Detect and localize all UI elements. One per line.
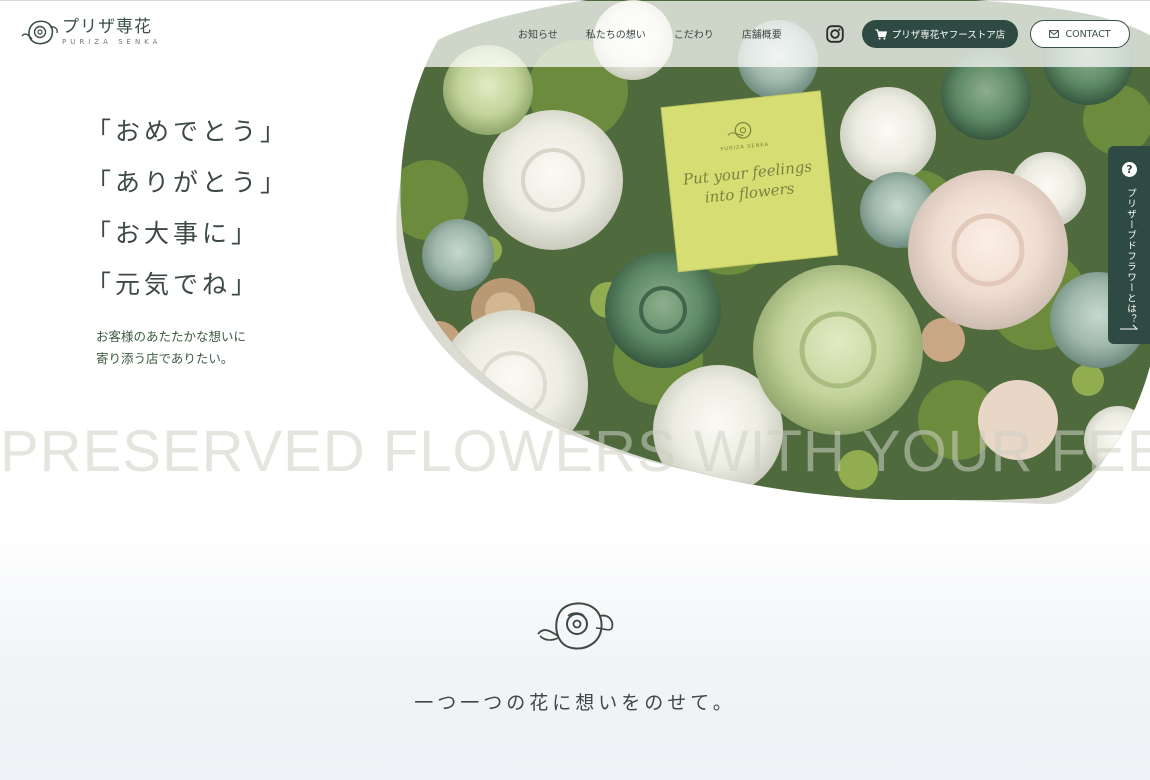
logo-japanese: プリザ専花	[62, 16, 152, 37]
catch-line-take-care: 「元気でね」	[86, 270, 261, 299]
yahoo-store-button[interactable]: プリザ専花ヤフーストア店	[862, 20, 1018, 48]
question-icon: ?	[1122, 162, 1137, 177]
hero-catchcopy: 「おめでとう」 「ありがとう」 「お大事に」 「元気でね」	[86, 112, 289, 316]
instagram-icon[interactable]	[826, 25, 844, 43]
site-header: プリザ専花 PURIZA SENKA お知らせ 私たちの想い こだわり 店舗概要…	[0, 1, 1150, 67]
side-tab-label: プリザーブドフラワーとは？	[1125, 188, 1136, 325]
yahoo-store-label: プリザ専花ヤフーストア店	[891, 30, 1006, 41]
card-logo-icon	[727, 121, 752, 139]
logo-english: PURIZA SENKA	[62, 37, 162, 46]
what-is-preserved-flower-tab[interactable]: ? プリザーブドフラワーとは？	[1108, 146, 1150, 344]
rose-emblem-icon	[537, 602, 614, 650]
subcopy-line-2: 寄り添う店でありたい。	[96, 351, 234, 366]
catch-line-get-well: 「お大事に」	[86, 219, 261, 248]
rose-logo-icon	[21, 20, 58, 45]
catch-line-thanks: 「ありがとう」	[86, 168, 290, 197]
hero-subcopy: お客様のあたたかな想いに 寄り添う店でありたい。	[96, 326, 246, 370]
contact-label: CONTACT	[1065, 28, 1111, 40]
message-card: PURIZA SENKA Put your feelings into flow…	[661, 100, 835, 256]
intro-section	[0, 532, 1150, 780]
section-title: 一つ一つの花に想いをのせて。	[414, 692, 736, 714]
cart-icon	[875, 28, 887, 40]
mail-icon	[1049, 30, 1060, 38]
site-logo[interactable]: プリザ専花 PURIZA SENKA	[20, 17, 161, 47]
subcopy-line-1: お客様のあたたかな想いに	[96, 329, 247, 344]
catch-line-congrats: 「おめでとう」	[86, 117, 290, 146]
nav-our-thoughts[interactable]: 私たちの想い	[586, 26, 646, 41]
scrolling-tagline: PRESERVED FLOWERS WITH YOUR FEE	[0, 419, 1150, 484]
main-nav: お知らせ 私たちの想い こだわり 店舗概要	[518, 26, 810, 41]
arrow-right-icon	[1120, 324, 1138, 330]
nav-commitment[interactable]: こだわり	[674, 26, 714, 41]
nav-store-info[interactable]: 店舗概要	[742, 26, 782, 41]
contact-button[interactable]: CONTACT	[1030, 20, 1130, 48]
nav-news[interactable]: お知らせ	[518, 26, 558, 41]
